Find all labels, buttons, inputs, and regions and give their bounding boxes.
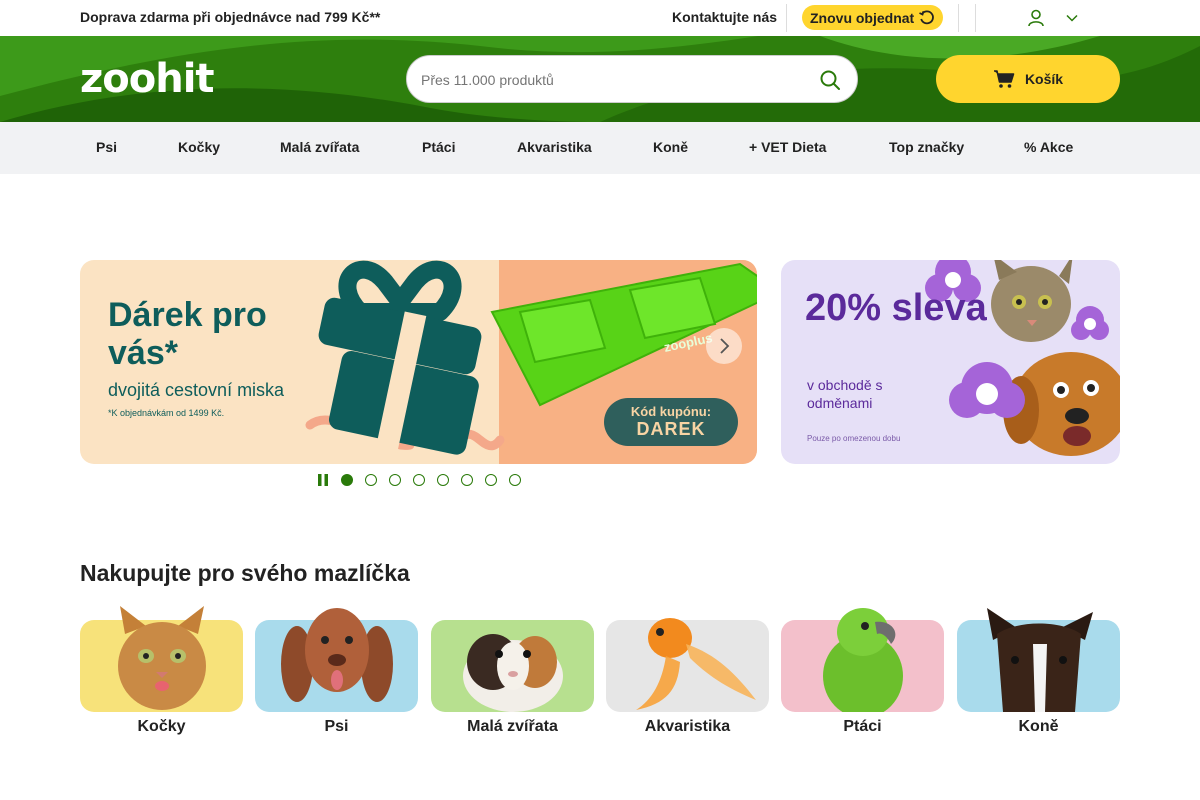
parrot-icon — [823, 608, 903, 712]
carousel-dot[interactable] — [509, 474, 521, 486]
nav-item-akvaristika[interactable]: Akvaristika — [517, 139, 592, 155]
carousel-next-button[interactable] — [706, 328, 742, 364]
reorder-label: Znovu objednat — [810, 9, 915, 26]
nav-item-top-znacky[interactable]: Top značky — [889, 139, 964, 155]
category-nav: Psi Kočky Malá zvířata Ptáci Akvaristika… — [0, 122, 1200, 174]
cart-icon — [993, 70, 1015, 88]
divider — [975, 4, 976, 32]
chevron-down-icon[interactable] — [1064, 10, 1080, 26]
pet-label-small-animals[interactable]: Malá zvířata — [431, 718, 594, 736]
discount-note: Pouze po omezenou dobu — [807, 434, 901, 443]
banner-title: Dárek pro vás* — [108, 296, 267, 372]
carousel-dot[interactable] — [341, 474, 353, 486]
nav-item-vet-dieta[interactable]: + VET Dieta — [749, 139, 826, 155]
coupon-code: DAREK — [636, 419, 706, 439]
pet-label-aquaristics[interactable]: Akvaristika — [606, 718, 769, 736]
search-icon[interactable] — [819, 69, 841, 91]
contact-link[interactable]: Kontaktujte nás — [672, 9, 777, 25]
carousel-dot[interactable] — [461, 474, 473, 486]
pet-label-birds[interactable]: Ptáci — [781, 718, 944, 736]
pet-label-horses[interactable]: Koně — [957, 718, 1120, 736]
free-shipping-notice: Doprava zdarma při objednávce nad 799 Kč… — [80, 9, 381, 25]
header: zoohit Košík — [0, 36, 1200, 122]
cart-button[interactable]: Košík — [936, 55, 1120, 103]
search-bar — [406, 55, 858, 103]
nav-item-ptaci[interactable]: Ptáci — [422, 139, 455, 155]
carousel-dot[interactable] — [413, 474, 425, 486]
cat-icon — [118, 606, 206, 710]
pets-section-title: Nakupujte pro svého mazlíčka — [80, 560, 410, 586]
pet-label-cats[interactable]: Kočky — [80, 718, 243, 736]
banner-note: *K objednávkám od 1499 Kč. — [108, 408, 225, 418]
carousel-dot[interactable] — [365, 474, 377, 486]
promo-banner-gift[interactable]: zooplus Dárek pro vás* dvojitá cestovní … — [80, 260, 757, 464]
banner-subtitle: dvojitá cestovní miska — [108, 380, 285, 400]
carousel-dot[interactable] — [389, 474, 401, 486]
nav-item-psi[interactable]: Psi — [96, 139, 117, 155]
carousel-dot[interactable] — [437, 474, 449, 486]
nav-item-kone[interactable]: Koně — [653, 139, 688, 155]
chevron-right-icon — [720, 338, 730, 354]
divider — [786, 4, 787, 32]
nav-item-kocky[interactable]: Kočky — [178, 139, 220, 155]
guinea-pig-icon — [463, 634, 563, 712]
gift-icon — [318, 260, 482, 455]
carousel-dot[interactable] — [485, 474, 497, 486]
user-icon[interactable] — [1026, 8, 1046, 28]
coupon-label: Kód kupónu: — [630, 404, 712, 419]
dog-icon — [281, 608, 393, 702]
discount-title: 20% sleva — [805, 287, 987, 329]
nav-item-akce[interactable]: % Akce — [1024, 139, 1073, 155]
discount-subtitle: v obchodě s odměnami — [807, 377, 883, 411]
pet-label-dogs[interactable]: Psi — [255, 718, 418, 736]
cart-label: Košík — [1024, 71, 1064, 87]
pause-icon[interactable] — [316, 473, 330, 487]
reorder-button[interactable]: Znovu objednat — [802, 5, 943, 30]
nav-item-mala-zvirata[interactable]: Malá zvířata — [280, 139, 359, 155]
horse-icon — [987, 608, 1093, 712]
fish-icon — [636, 618, 756, 710]
search-input[interactable] — [421, 68, 801, 92]
zoohit-logo[interactable]: zoohit — [80, 56, 215, 102]
divider — [958, 4, 959, 32]
coupon-badge: Kód kupónu: DAREK — [604, 398, 738, 446]
top-bar: Doprava zdarma při objednávce nad 799 Kč… — [0, 0, 1200, 36]
refresh-icon — [919, 9, 935, 24]
promo-banner-discount[interactable]: 20% sleva v obchodě s odměnami Pouze po … — [781, 260, 1120, 464]
